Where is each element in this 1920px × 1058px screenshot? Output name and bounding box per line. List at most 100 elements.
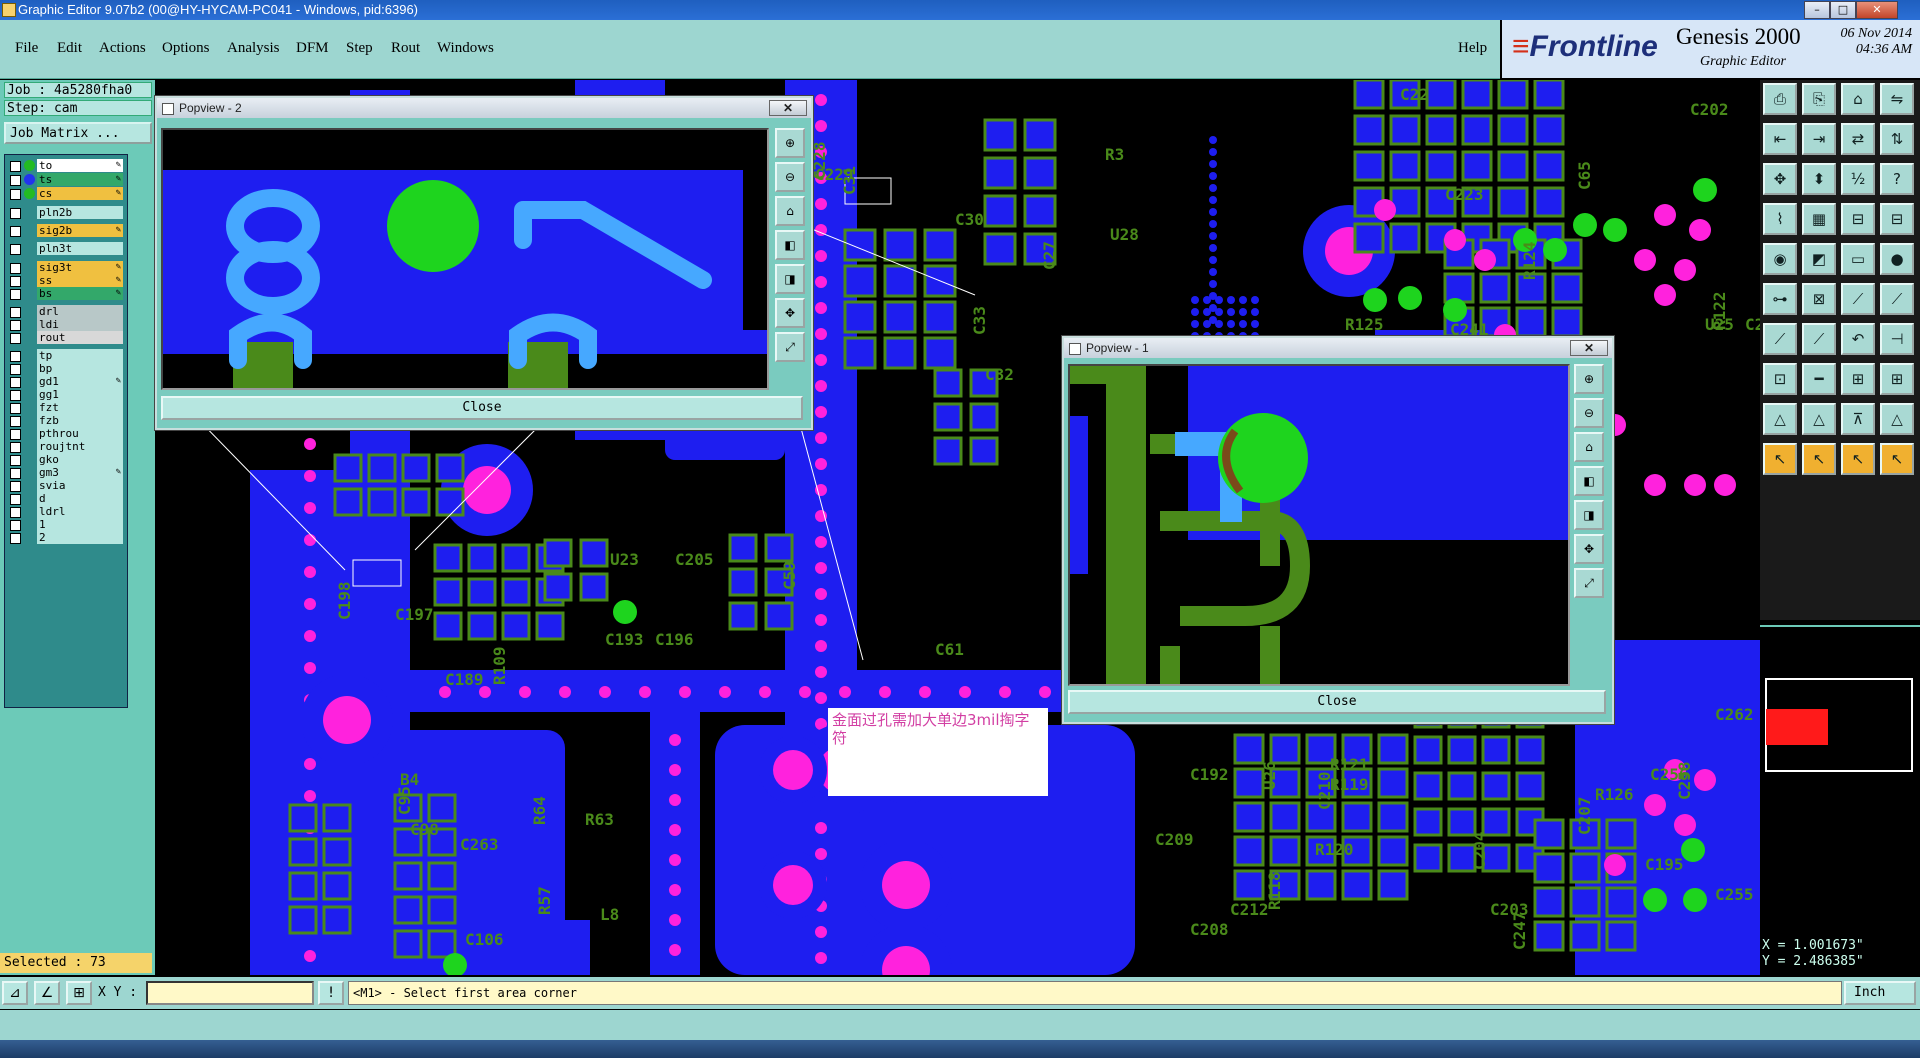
- tri-a-icon[interactable]: △: [1763, 403, 1797, 435]
- layer-name[interactable]: pln3t: [37, 242, 123, 255]
- menu-analysis[interactable]: Analysis: [227, 40, 280, 57]
- fit-icon[interactable]: ✥: [775, 298, 805, 328]
- unit-selector[interactable]: Inch: [1844, 981, 1916, 1005]
- maximize-button[interactable]: □: [1830, 1, 1856, 19]
- layer-name[interactable]: gko: [37, 453, 123, 466]
- menu-actions[interactable]: Actions: [99, 40, 146, 57]
- help-icon[interactable]: ?: [1880, 163, 1914, 195]
- layer-row[interactable]: gd1 ✎: [8, 375, 124, 389]
- layer-checkbox[interactable]: [10, 263, 21, 274]
- layer-name[interactable]: sig2b ✎: [37, 224, 123, 237]
- layer-row[interactable]: 2: [8, 531, 124, 545]
- minimize-button[interactable]: –: [1804, 1, 1830, 19]
- undo-arc-icon[interactable]: ↶: [1841, 323, 1875, 355]
- layer-name[interactable]: 1: [37, 518, 123, 531]
- line-b-icon[interactable]: ⟋: [1880, 283, 1914, 315]
- layer-checkbox[interactable]: [10, 364, 21, 375]
- layer-row[interactable]: fzt: [8, 401, 124, 415]
- half-scale-icon[interactable]: ½: [1841, 163, 1875, 195]
- layer-checkbox[interactable]: [10, 429, 21, 440]
- layer-name[interactable]: gd1 ✎: [37, 375, 123, 388]
- mirror-v-icon[interactable]: ⇅: [1880, 123, 1914, 155]
- menu-step[interactable]: Step: [346, 40, 373, 57]
- layer-row[interactable]: svia: [8, 479, 124, 493]
- layer-name[interactable]: bp: [37, 362, 123, 375]
- grid-b-icon[interactable]: ⊞: [1880, 363, 1914, 395]
- pan-right-icon[interactable]: ◨: [1574, 500, 1604, 530]
- fit-icon[interactable]: ✥: [1763, 163, 1797, 195]
- menu-rout[interactable]: Rout: [391, 40, 420, 57]
- table-icon[interactable]: ▦: [1802, 203, 1836, 235]
- layer-checkbox[interactable]: [10, 307, 21, 318]
- layer-row[interactable]: fzb: [8, 414, 124, 428]
- layer-name[interactable]: bs ✎: [37, 287, 123, 300]
- layer-name[interactable]: ss ✎: [37, 274, 123, 287]
- layer-name[interactable]: d: [37, 492, 123, 505]
- layer-row[interactable]: tp: [8, 349, 124, 363]
- popview-1-close-icon[interactable]: ✕: [1570, 340, 1608, 356]
- expand-icon[interactable]: ⤢: [775, 332, 805, 362]
- menu-windows[interactable]: Windows: [437, 40, 494, 57]
- layer-checkbox[interactable]: [10, 320, 21, 331]
- layer-checkbox[interactable]: [10, 377, 21, 388]
- bar-icon[interactable]: ▭: [1841, 243, 1875, 275]
- layer-checkbox[interactable]: [10, 481, 21, 492]
- popview-2-close-button[interactable]: Close: [161, 396, 803, 420]
- layer-row[interactable]: pln3t: [8, 242, 124, 256]
- pointer-d-icon[interactable]: ↖: [1880, 443, 1914, 475]
- menu-dfm[interactable]: DFM: [296, 40, 329, 57]
- layer-name[interactable]: drl: [37, 305, 123, 318]
- layer-checkbox[interactable]: [10, 403, 21, 414]
- layer-name[interactable]: ldi: [37, 318, 123, 331]
- fit-icon[interactable]: ✥: [1574, 534, 1604, 564]
- pan-right-icon[interactable]: ◨: [775, 264, 805, 294]
- shape-icon[interactable]: ◩: [1802, 243, 1836, 275]
- pan-left-icon[interactable]: ◧: [1574, 466, 1604, 496]
- box-icon[interactable]: ⊡: [1763, 363, 1797, 395]
- layer-checkbox[interactable]: [10, 208, 21, 219]
- tri-c-icon[interactable]: ⊼: [1841, 403, 1875, 435]
- home-icon[interactable]: ⌂: [1841, 83, 1875, 115]
- popview-1-close-button[interactable]: Close: [1068, 690, 1606, 714]
- layer-name[interactable]: gg1: [37, 388, 123, 401]
- hline-icon[interactable]: ━: [1802, 363, 1836, 395]
- layer-name[interactable]: pthrou: [37, 427, 123, 440]
- xy-input[interactable]: [146, 981, 314, 1005]
- swap-icon[interactable]: ⇋: [1880, 83, 1914, 115]
- layer-name[interactable]: rout: [37, 331, 123, 344]
- layer-checkbox[interactable]: [10, 289, 21, 300]
- layer-row[interactable]: 1: [8, 518, 124, 532]
- layer-checkbox[interactable]: [10, 468, 21, 479]
- layer-row[interactable]: pln2b: [8, 206, 124, 220]
- layer-name[interactable]: 2: [37, 531, 123, 544]
- contour-icon[interactable]: ⌇: [1763, 203, 1797, 235]
- layer-checkbox[interactable]: [10, 175, 21, 186]
- align-left-icon[interactable]: ⇤: [1763, 123, 1797, 155]
- snap-icon[interactable]: ⊿: [2, 981, 28, 1005]
- layer-row[interactable]: cs ✎: [8, 187, 124, 201]
- layer-row[interactable]: ldi: [8, 318, 124, 332]
- layer-row[interactable]: gko: [8, 453, 124, 467]
- zoom-in-icon[interactable]: ⊕: [775, 128, 805, 158]
- pad-icon[interactable]: ●: [1880, 243, 1914, 275]
- layer-checkbox[interactable]: [10, 333, 21, 344]
- layer-name[interactable]: gm3 ✎: [37, 466, 123, 479]
- layer-checkbox[interactable]: [10, 455, 21, 466]
- zoom-home-icon[interactable]: ⌂: [1574, 432, 1604, 462]
- layer-checkbox[interactable]: [10, 161, 21, 172]
- layer-row[interactable]: bp: [8, 362, 124, 376]
- layer-row[interactable]: sig3t ✎: [8, 261, 124, 275]
- tri-b-icon[interactable]: △: [1802, 403, 1836, 435]
- line-c-icon[interactable]: ⟋: [1763, 323, 1797, 355]
- measure-icon[interactable]: ∠: [34, 981, 60, 1005]
- layer-name[interactable]: to ✎: [37, 159, 123, 172]
- zoom-out-icon[interactable]: ⊖: [775, 162, 805, 192]
- menu-file[interactable]: File: [15, 40, 38, 57]
- layer-checkbox[interactable]: [10, 226, 21, 237]
- layer-row[interactable]: drl: [8, 305, 124, 319]
- layer-name[interactable]: cs ✎: [37, 187, 123, 200]
- net-a-icon[interactable]: ⊶: [1763, 283, 1797, 315]
- window-close-button[interactable]: ✕: [1856, 1, 1898, 19]
- minimap[interactable]: [1760, 625, 1920, 795]
- pointer-c-icon[interactable]: ↖: [1841, 443, 1875, 475]
